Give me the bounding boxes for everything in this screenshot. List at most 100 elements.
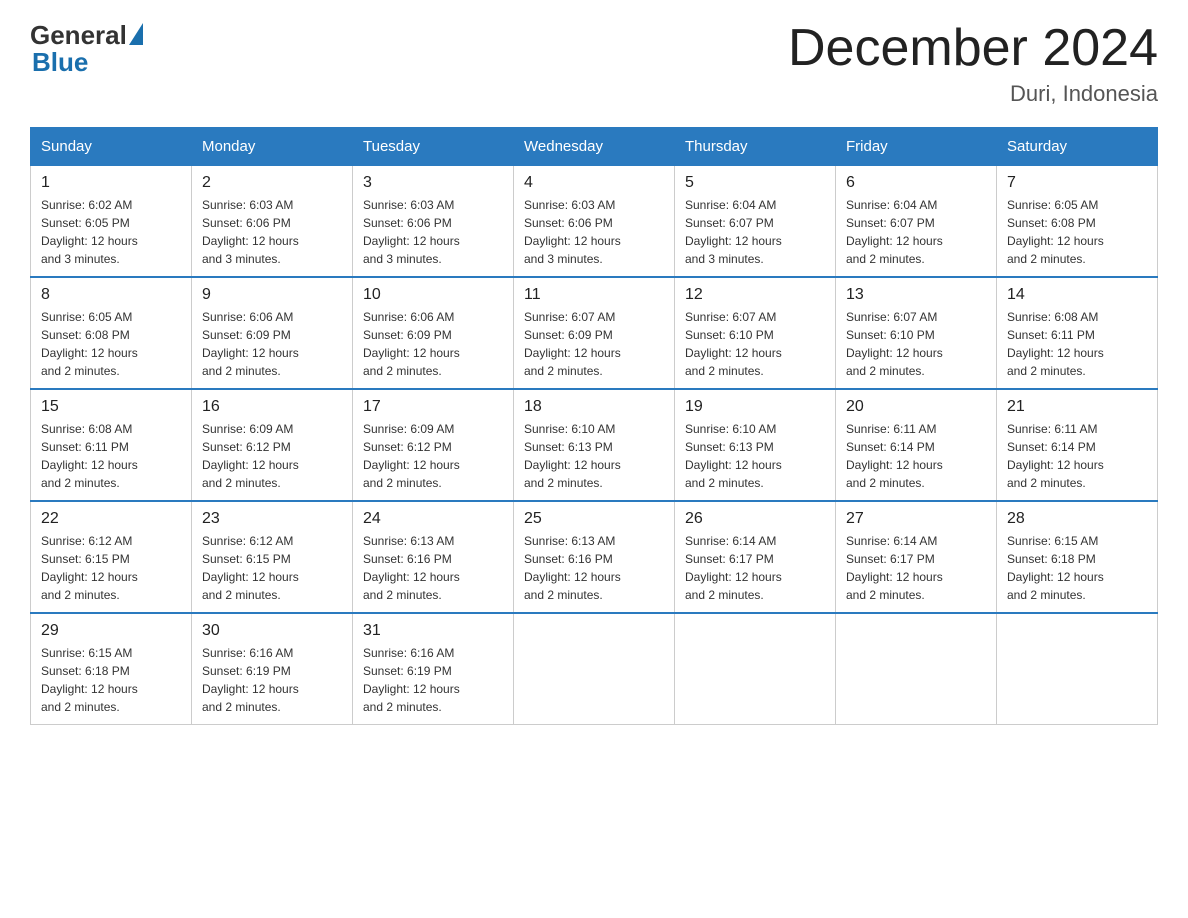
table-row xyxy=(514,613,675,725)
day-number: 9 xyxy=(202,286,342,304)
day-number: 18 xyxy=(524,398,664,416)
table-row: 2 Sunrise: 6:03 AMSunset: 6:06 PMDayligh… xyxy=(192,166,353,278)
table-row xyxy=(836,613,997,725)
calendar-table: Sunday Monday Tuesday Wednesday Thursday… xyxy=(30,127,1158,725)
day-info: Sunrise: 6:14 AMSunset: 6:17 PMDaylight:… xyxy=(846,534,943,602)
day-number: 25 xyxy=(524,510,664,528)
table-row: 11 Sunrise: 6:07 AMSunset: 6:09 PMDaylig… xyxy=(514,277,675,389)
day-info: Sunrise: 6:13 AMSunset: 6:16 PMDaylight:… xyxy=(524,534,621,602)
day-number: 11 xyxy=(524,286,664,304)
day-info: Sunrise: 6:09 AMSunset: 6:12 PMDaylight:… xyxy=(202,422,299,490)
day-info: Sunrise: 6:12 AMSunset: 6:15 PMDaylight:… xyxy=(202,534,299,602)
day-number: 31 xyxy=(363,622,503,640)
calendar-row: 29 Sunrise: 6:15 AMSunset: 6:18 PMDaylig… xyxy=(31,613,1158,725)
day-info: Sunrise: 6:14 AMSunset: 6:17 PMDaylight:… xyxy=(685,534,782,602)
day-info: Sunrise: 6:02 AMSunset: 6:05 PMDaylight:… xyxy=(41,198,138,266)
day-info: Sunrise: 6:08 AMSunset: 6:11 PMDaylight:… xyxy=(1007,310,1104,378)
table-row: 29 Sunrise: 6:15 AMSunset: 6:18 PMDaylig… xyxy=(31,613,192,725)
calendar-row: 1 Sunrise: 6:02 AMSunset: 6:05 PMDayligh… xyxy=(31,166,1158,278)
table-row: 8 Sunrise: 6:05 AMSunset: 6:08 PMDayligh… xyxy=(31,277,192,389)
day-info: Sunrise: 6:10 AMSunset: 6:13 PMDaylight:… xyxy=(685,422,782,490)
day-number: 30 xyxy=(202,622,342,640)
day-info: Sunrise: 6:12 AMSunset: 6:15 PMDaylight:… xyxy=(41,534,138,602)
day-info: Sunrise: 6:16 AMSunset: 6:19 PMDaylight:… xyxy=(363,646,460,714)
table-row: 19 Sunrise: 6:10 AMSunset: 6:13 PMDaylig… xyxy=(675,389,836,501)
table-row: 10 Sunrise: 6:06 AMSunset: 6:09 PMDaylig… xyxy=(353,277,514,389)
day-info: Sunrise: 6:10 AMSunset: 6:13 PMDaylight:… xyxy=(524,422,621,490)
col-sunday: Sunday xyxy=(31,128,192,166)
logo-triangle-icon xyxy=(129,23,143,45)
day-info: Sunrise: 6:04 AMSunset: 6:07 PMDaylight:… xyxy=(685,198,782,266)
day-info: Sunrise: 6:07 AMSunset: 6:09 PMDaylight:… xyxy=(524,310,621,378)
location-label: Duri, Indonesia xyxy=(788,81,1158,107)
table-row: 1 Sunrise: 6:02 AMSunset: 6:05 PMDayligh… xyxy=(31,166,192,278)
day-number: 20 xyxy=(846,398,986,416)
day-number: 28 xyxy=(1007,510,1147,528)
day-info: Sunrise: 6:13 AMSunset: 6:16 PMDaylight:… xyxy=(363,534,460,602)
day-info: Sunrise: 6:11 AMSunset: 6:14 PMDaylight:… xyxy=(846,422,943,490)
day-info: Sunrise: 6:03 AMSunset: 6:06 PMDaylight:… xyxy=(363,198,460,266)
table-row: 5 Sunrise: 6:04 AMSunset: 6:07 PMDayligh… xyxy=(675,166,836,278)
day-info: Sunrise: 6:07 AMSunset: 6:10 PMDaylight:… xyxy=(846,310,943,378)
col-wednesday: Wednesday xyxy=(514,128,675,166)
month-title: December 2024 xyxy=(788,20,1158,77)
day-info: Sunrise: 6:08 AMSunset: 6:11 PMDaylight:… xyxy=(41,422,138,490)
day-number: 4 xyxy=(524,174,664,192)
day-info: Sunrise: 6:09 AMSunset: 6:12 PMDaylight:… xyxy=(363,422,460,490)
table-row: 23 Sunrise: 6:12 AMSunset: 6:15 PMDaylig… xyxy=(192,501,353,613)
day-number: 24 xyxy=(363,510,503,528)
day-number: 23 xyxy=(202,510,342,528)
table-row: 9 Sunrise: 6:06 AMSunset: 6:09 PMDayligh… xyxy=(192,277,353,389)
day-number: 13 xyxy=(846,286,986,304)
day-number: 7 xyxy=(1007,174,1147,192)
table-row xyxy=(997,613,1158,725)
table-row: 30 Sunrise: 6:16 AMSunset: 6:19 PMDaylig… xyxy=(192,613,353,725)
table-row: 18 Sunrise: 6:10 AMSunset: 6:13 PMDaylig… xyxy=(514,389,675,501)
day-info: Sunrise: 6:06 AMSunset: 6:09 PMDaylight:… xyxy=(363,310,460,378)
table-row: 16 Sunrise: 6:09 AMSunset: 6:12 PMDaylig… xyxy=(192,389,353,501)
day-info: Sunrise: 6:06 AMSunset: 6:09 PMDaylight:… xyxy=(202,310,299,378)
table-row: 22 Sunrise: 6:12 AMSunset: 6:15 PMDaylig… xyxy=(31,501,192,613)
day-number: 14 xyxy=(1007,286,1147,304)
calendar-row: 22 Sunrise: 6:12 AMSunset: 6:15 PMDaylig… xyxy=(31,501,1158,613)
table-row: 12 Sunrise: 6:07 AMSunset: 6:10 PMDaylig… xyxy=(675,277,836,389)
title-block: December 2024 Duri, Indonesia xyxy=(788,20,1158,107)
day-info: Sunrise: 6:11 AMSunset: 6:14 PMDaylight:… xyxy=(1007,422,1104,490)
table-row: 25 Sunrise: 6:13 AMSunset: 6:16 PMDaylig… xyxy=(514,501,675,613)
table-row: 14 Sunrise: 6:08 AMSunset: 6:11 PMDaylig… xyxy=(997,277,1158,389)
table-row: 17 Sunrise: 6:09 AMSunset: 6:12 PMDaylig… xyxy=(353,389,514,501)
day-number: 15 xyxy=(41,398,181,416)
page-header: General Blue December 2024 Duri, Indones… xyxy=(30,20,1158,107)
day-info: Sunrise: 6:03 AMSunset: 6:06 PMDaylight:… xyxy=(202,198,299,266)
day-number: 8 xyxy=(41,286,181,304)
day-number: 10 xyxy=(363,286,503,304)
day-info: Sunrise: 6:05 AMSunset: 6:08 PMDaylight:… xyxy=(41,310,138,378)
col-tuesday: Tuesday xyxy=(353,128,514,166)
calendar-row: 8 Sunrise: 6:05 AMSunset: 6:08 PMDayligh… xyxy=(31,277,1158,389)
day-number: 6 xyxy=(846,174,986,192)
day-number: 19 xyxy=(685,398,825,416)
logo: General Blue xyxy=(30,20,143,78)
day-number: 26 xyxy=(685,510,825,528)
day-number: 22 xyxy=(41,510,181,528)
day-number: 1 xyxy=(41,174,181,192)
table-row: 7 Sunrise: 6:05 AMSunset: 6:08 PMDayligh… xyxy=(997,166,1158,278)
table-row: 13 Sunrise: 6:07 AMSunset: 6:10 PMDaylig… xyxy=(836,277,997,389)
table-row: 4 Sunrise: 6:03 AMSunset: 6:06 PMDayligh… xyxy=(514,166,675,278)
day-number: 17 xyxy=(363,398,503,416)
table-row: 20 Sunrise: 6:11 AMSunset: 6:14 PMDaylig… xyxy=(836,389,997,501)
table-row: 3 Sunrise: 6:03 AMSunset: 6:06 PMDayligh… xyxy=(353,166,514,278)
col-thursday: Thursday xyxy=(675,128,836,166)
header-row: Sunday Monday Tuesday Wednesday Thursday… xyxy=(31,128,1158,166)
table-row: 27 Sunrise: 6:14 AMSunset: 6:17 PMDaylig… xyxy=(836,501,997,613)
day-number: 12 xyxy=(685,286,825,304)
day-number: 21 xyxy=(1007,398,1147,416)
day-info: Sunrise: 6:07 AMSunset: 6:10 PMDaylight:… xyxy=(685,310,782,378)
table-row: 24 Sunrise: 6:13 AMSunset: 6:16 PMDaylig… xyxy=(353,501,514,613)
day-number: 27 xyxy=(846,510,986,528)
table-row: 15 Sunrise: 6:08 AMSunset: 6:11 PMDaylig… xyxy=(31,389,192,501)
day-info: Sunrise: 6:03 AMSunset: 6:06 PMDaylight:… xyxy=(524,198,621,266)
day-number: 2 xyxy=(202,174,342,192)
day-number: 3 xyxy=(363,174,503,192)
day-info: Sunrise: 6:04 AMSunset: 6:07 PMDaylight:… xyxy=(846,198,943,266)
